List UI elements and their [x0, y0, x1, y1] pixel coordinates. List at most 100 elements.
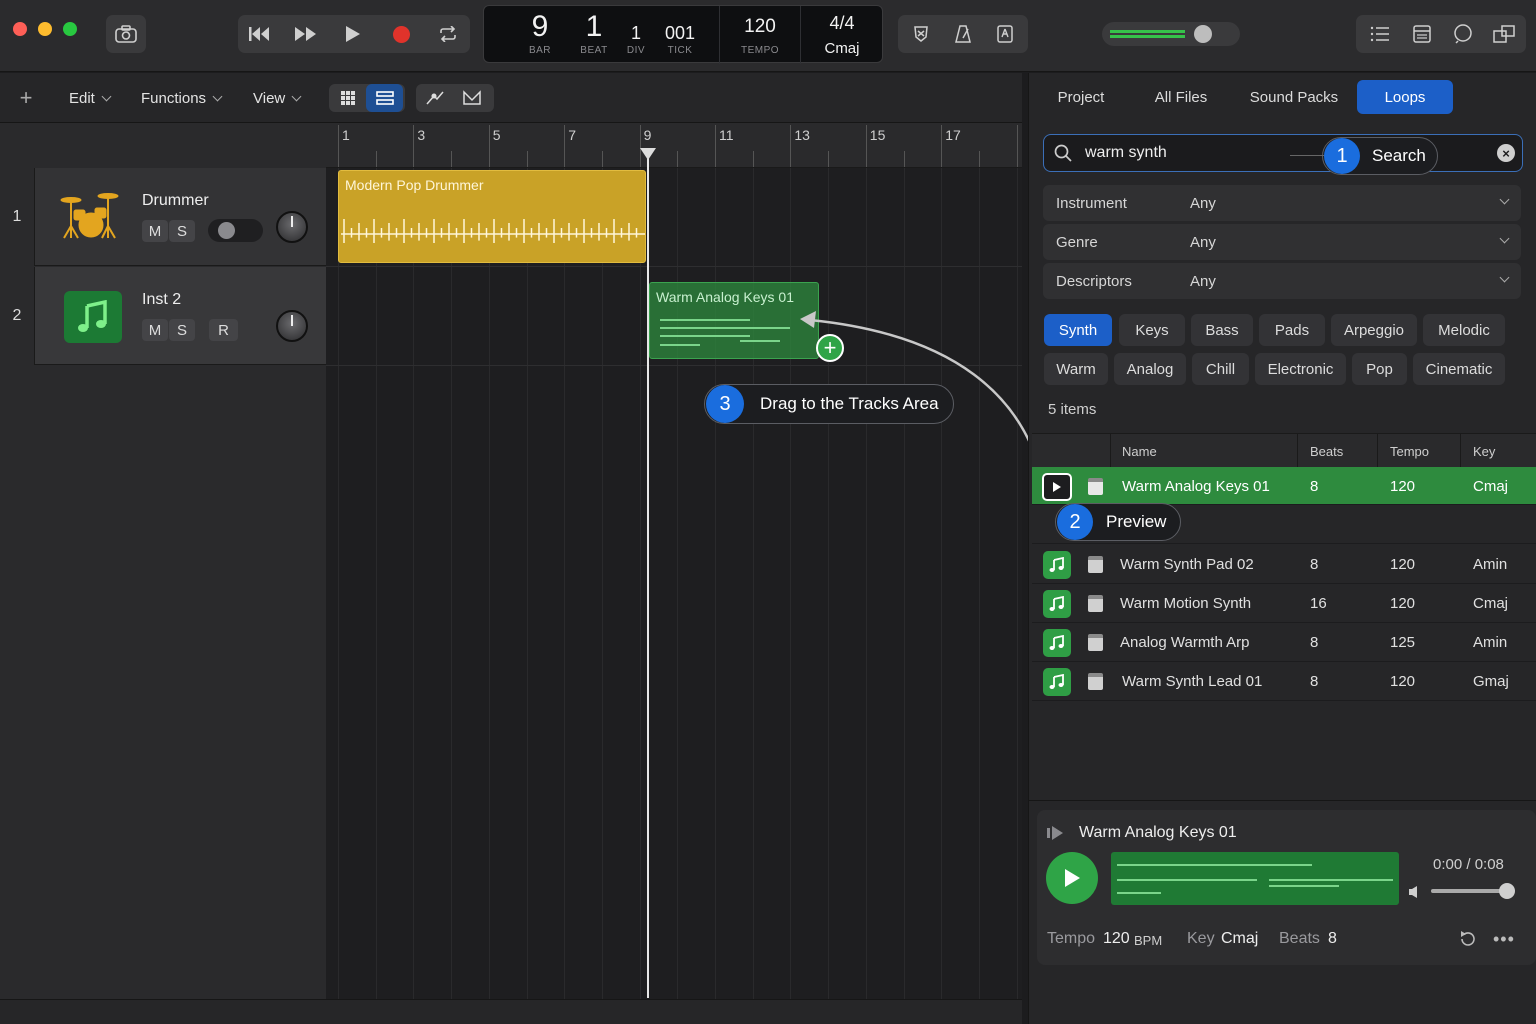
tab-all-files[interactable]: All Files [1141, 80, 1221, 114]
tab-loops[interactable]: Loops [1357, 80, 1453, 114]
automation-icon[interactable] [416, 84, 453, 112]
rewind-icon[interactable] [245, 15, 275, 53]
solo-button[interactable]: S [169, 319, 195, 341]
more-options-icon[interactable]: ••• [1493, 929, 1515, 950]
column-name[interactable]: Name [1122, 444, 1157, 459]
tag-electronic[interactable]: Electronic [1255, 353, 1346, 385]
metronome-icon[interactable] [948, 15, 978, 53]
tag-arpeggio[interactable]: Arpeggio [1331, 314, 1417, 346]
column-beats[interactable]: Beats [1310, 444, 1343, 459]
tab-project[interactable]: Project [1041, 80, 1121, 114]
tag-keys[interactable]: Keys [1119, 314, 1185, 346]
volume-knob[interactable] [1194, 25, 1212, 43]
loop-file-icon [1088, 634, 1103, 651]
loop-row[interactable]: Warm Synth Pad 02 8 120 Amin [1032, 545, 1536, 584]
track-header-drummer[interactable]: 1 Drummer M S [0, 168, 326, 266]
bar-ruler[interactable]: 1 3 5 7 9 11 13 15 17 [326, 123, 1022, 168]
time-signature[interactable]: 4/4 [804, 13, 880, 34]
key-signature[interactable]: Cmaj [804, 40, 880, 57]
cycle-icon[interactable] [433, 15, 463, 53]
zoom-window-button[interactable] [63, 22, 77, 36]
filter-genre[interactable]: Genre Any [1043, 224, 1521, 260]
loop-row[interactable]: Warm Analog Keys 01 8 120 Cmaj [1032, 467, 1536, 505]
chevron-down-icon [1499, 272, 1510, 283]
tempo-value[interactable]: 120 [724, 16, 796, 38]
tempo-value: 120 [1103, 930, 1130, 947]
ruler-tick [677, 151, 679, 167]
loop-beats: 16 [1310, 595, 1327, 612]
track-name[interactable]: Inst 2 [142, 291, 181, 309]
tracks-view-icon[interactable] [366, 84, 403, 112]
column-tempo[interactable]: Tempo [1390, 444, 1429, 459]
search-input[interactable]: warm synth [1085, 144, 1167, 162]
grid-line [941, 168, 943, 999]
playhead[interactable] [647, 148, 649, 998]
filter-descriptors[interactable]: Descriptors Any [1043, 263, 1521, 299]
flex-icon[interactable] [453, 84, 490, 112]
tag-chill[interactable]: Chill [1192, 353, 1249, 385]
filter-instrument[interactable]: Instrument Any [1043, 185, 1521, 221]
loop-file-icon [1088, 556, 1103, 573]
tuner-icon[interactable] [906, 15, 936, 53]
tag-melodic[interactable]: Melodic [1423, 314, 1505, 346]
minimize-window-button[interactable] [38, 22, 52, 36]
add-track-icon[interactable]: + [10, 85, 42, 111]
loop-row[interactable]: Warm Synth Lead 01 8 120 Gmaj [1032, 662, 1536, 701]
horizontal-scrollbar[interactable] [0, 999, 1022, 1024]
step-number: 2 [1057, 504, 1093, 540]
tag-bass[interactable]: Bass [1191, 314, 1253, 346]
tag-analog[interactable]: Analog [1114, 353, 1186, 385]
music-note-icon [1043, 667, 1071, 696]
drummer-region[interactable]: Modern Pop Drummer [338, 170, 646, 263]
loop-row[interactable]: Analog Warmth Arp 8 125 Amin [1032, 623, 1536, 662]
preview-waveform[interactable] [1111, 852, 1399, 905]
loop-key: Cmaj [1473, 478, 1509, 495]
master-volume-slider[interactable] [1102, 22, 1240, 46]
search-field[interactable]: warm synth × [1043, 134, 1523, 172]
loop-row[interactable]: Warm Motion Synth 16 120 Cmaj [1032, 584, 1536, 623]
tag-synth[interactable]: Synth [1044, 314, 1112, 346]
close-window-button[interactable] [13, 22, 27, 36]
clear-search-icon[interactable]: × [1497, 144, 1515, 162]
view-menu[interactable]: View [253, 85, 302, 111]
solo-button[interactable]: S [169, 220, 195, 242]
track-lane-divider [326, 266, 1022, 267]
lcd-display[interactable]: 9 BAR 1 BEAT 1 DIV 001 TICK 120 TEMPO 4/… [483, 5, 883, 64]
track-name[interactable]: Drummer [142, 192, 209, 210]
loop-browser-icon[interactable] [1449, 15, 1477, 53]
record-enable-button[interactable]: R [209, 319, 238, 341]
view-toggle-group [329, 84, 405, 112]
column-key[interactable]: Key [1473, 444, 1495, 459]
tag-pop[interactable]: Pop [1352, 353, 1407, 385]
browsers-icon[interactable] [1490, 15, 1518, 53]
count-in-icon[interactable] [990, 15, 1020, 53]
preview-play-button[interactable] [1046, 852, 1098, 904]
tag-cinematic[interactable]: Cinematic [1413, 353, 1505, 385]
volume-knob[interactable] [276, 310, 308, 342]
tag-pads[interactable]: Pads [1259, 314, 1325, 346]
playhead-handle[interactable] [640, 148, 656, 160]
mute-button[interactable]: M [142, 319, 168, 341]
volume-knob[interactable] [276, 211, 308, 243]
loop-repeat-icon[interactable] [1459, 930, 1477, 948]
filter-value: Any [1190, 195, 1216, 212]
fast-forward-icon[interactable] [291, 15, 321, 53]
ruler-bar-number: 7 [568, 127, 576, 143]
edit-menu[interactable]: Edit [69, 85, 112, 111]
track-header-inst2[interactable]: 2 Inst 2 M S R [0, 267, 326, 365]
tag-warm[interactable]: Warm [1044, 353, 1108, 385]
play-preview-icon[interactable] [1042, 472, 1072, 501]
track-toggle-switch[interactable] [208, 219, 263, 242]
play-icon[interactable] [338, 15, 368, 53]
mute-button[interactable]: M [142, 220, 168, 242]
list-editors-icon[interactable] [1366, 15, 1394, 53]
grid-view-icon[interactable] [329, 84, 366, 112]
notepad-icon[interactable] [1408, 15, 1436, 53]
tab-sound-packs[interactable]: Sound Packs [1241, 80, 1347, 114]
preview-volume-slider[interactable] [1431, 883, 1515, 899]
functions-menu[interactable]: Functions [141, 85, 223, 111]
camera-icon[interactable] [106, 15, 146, 53]
filter-label: Descriptors [1056, 273, 1132, 290]
ruler-tick [526, 151, 528, 167]
record-icon[interactable] [386, 15, 416, 53]
